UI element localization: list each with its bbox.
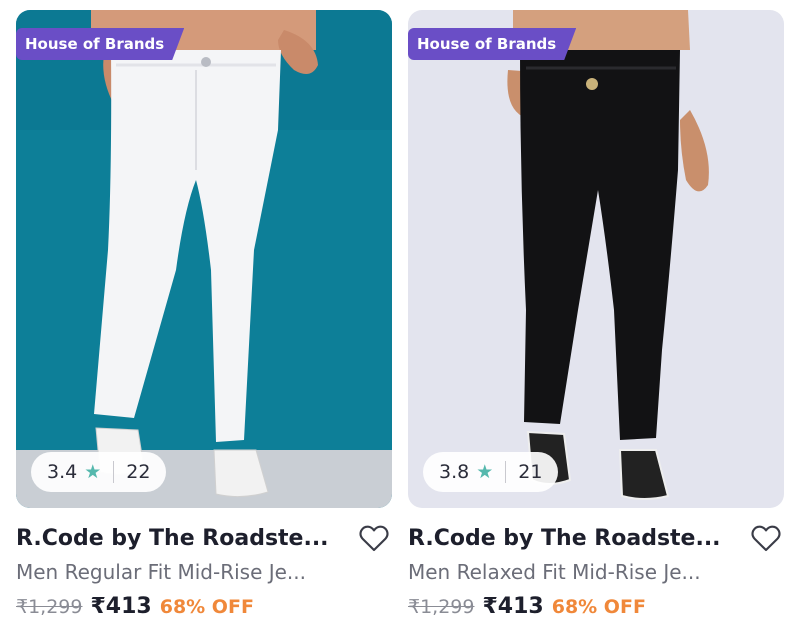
sale-price: ₹413 <box>90 594 152 619</box>
discount-label: 68% OFF <box>551 596 646 618</box>
price-row: ₹1,299 ₹413 68% OFF <box>408 594 784 619</box>
rating-value: 3.4 <box>47 461 78 483</box>
wishlist-button[interactable] <box>356 520 392 556</box>
star-icon: ★ <box>476 461 494 483</box>
heart-outline-icon <box>359 525 389 552</box>
rating-pill: 3.8 ★ 21 <box>423 452 559 492</box>
product-info: R.Code by The Roadste... Men Relaxed Fit… <box>408 520 784 619</box>
product-photo-white-jeans <box>16 10 392 508</box>
mrp-price: ₹1,299 <box>408 596 475 618</box>
rating-count: 21 <box>518 461 543 483</box>
price-row: ₹1,299 ₹413 68% OFF <box>16 594 392 619</box>
rating-divider <box>113 461 115 483</box>
brand-badge: House of Brands <box>408 28 576 60</box>
product-title[interactable]: R.Code by The Roadste... <box>16 526 329 551</box>
brand-badge: House of Brands <box>16 28 184 60</box>
product-info: R.Code by The Roadste... Men Regular Fit… <box>16 520 392 619</box>
heart-outline-icon <box>751 525 781 552</box>
product-subtitle: Men Regular Fit Mid-Rise Je... <box>16 560 306 584</box>
rating-divider <box>505 461 507 483</box>
mrp-price: ₹1,299 <box>16 596 83 618</box>
rating-count: 22 <box>126 461 151 483</box>
rating-pill: 3.4 ★ 22 <box>31 452 167 492</box>
discount-label: 68% OFF <box>159 596 254 618</box>
product-title[interactable]: R.Code by The Roadste... <box>408 526 721 551</box>
product-card[interactable]: House of Brands 3.8 ★ 21 R.Code by The R… <box>408 10 784 630</box>
product-photo-black-jeans <box>408 10 784 508</box>
sale-price: ₹413 <box>482 594 544 619</box>
star-icon: ★ <box>84 461 102 483</box>
product-subtitle: Men Relaxed Fit Mid-Rise Je... <box>408 560 701 584</box>
product-grid: House of Brands 3.4 ★ 22 R.Code by The R… <box>0 0 800 640</box>
product-card[interactable]: House of Brands 3.4 ★ 22 R.Code by The R… <box>16 10 392 630</box>
rating-value: 3.8 <box>439 461 470 483</box>
product-image[interactable]: House of Brands 3.4 ★ 22 <box>16 10 392 508</box>
product-image[interactable]: House of Brands 3.8 ★ 21 <box>408 10 784 508</box>
wishlist-button[interactable] <box>748 520 784 556</box>
